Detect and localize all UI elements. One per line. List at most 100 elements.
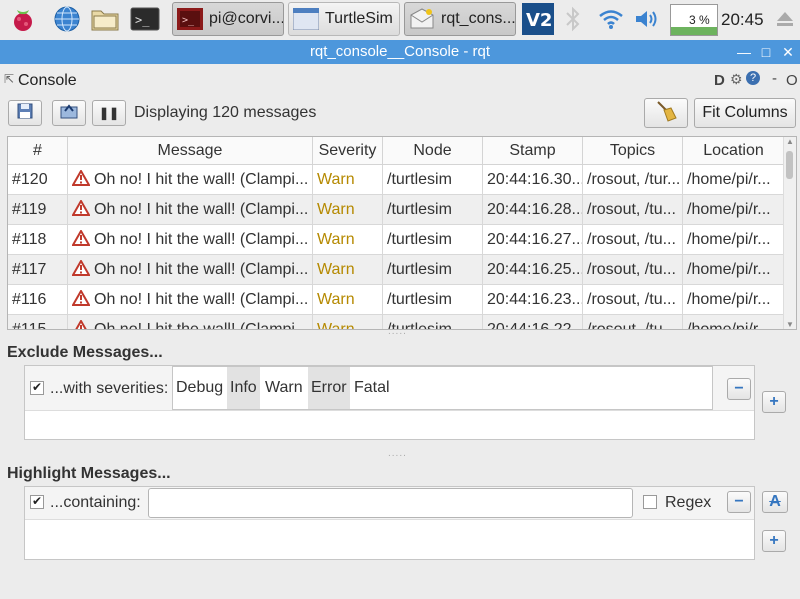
table-row[interactable]: #120 Oh no! I hit the wall! (Clampi... War…: [8, 165, 785, 195]
highlight-style-button[interactable]: A: [762, 491, 788, 513]
cell-node-text: /turtlesim: [387, 201, 452, 218]
cell-stamp: 20:44:16.28...: [483, 195, 583, 225]
table-row[interactable]: #117 Oh no! I hit the wall! (Clampi... War…: [8, 255, 785, 285]
plus-icon: +: [769, 393, 779, 410]
cpu-label: 3 %: [689, 13, 710, 27]
warning-icon: [71, 198, 94, 218]
eject-icon[interactable]: [770, 4, 800, 34]
cell-stamp: 20:44:16.22...: [483, 315, 583, 330]
cell-location-text: /home/pi/r...: [687, 291, 771, 308]
cell-node: /turtlesim: [383, 225, 483, 255]
cell-id-text: #119: [12, 201, 47, 218]
scrollbar-thumb[interactable]: [786, 151, 793, 179]
scroll-up-icon[interactable]: ▲: [786, 137, 794, 146]
highlight-text-input[interactable]: [148, 488, 633, 518]
add-highlight-filter-button[interactable]: +: [762, 530, 786, 552]
cpu-monitor: 3 %: [670, 4, 718, 36]
severity-option-fatal[interactable]: Fatal: [351, 367, 393, 409]
help-icon[interactable]: ?: [746, 71, 760, 85]
table-row[interactable]: #119 Oh no! I hit the wall! (Clampi... War…: [8, 195, 785, 225]
file-manager-icon[interactable]: [90, 4, 120, 34]
cell-location-text: /home/pi/r...: [687, 321, 771, 330]
svg-text:V2: V2: [526, 10, 552, 31]
web-browser-icon[interactable]: [52, 4, 82, 34]
column-header-message[interactable]: Message: [68, 137, 313, 165]
cell-severity: Warn: [313, 165, 383, 195]
severity-option-info[interactable]: Info: [227, 367, 260, 409]
text-style-icon: A: [769, 493, 781, 510]
cell-topics-text: /rosout, /tu...: [587, 321, 676, 330]
save-icon: [17, 103, 33, 124]
task-label: rqt_cons...: [441, 10, 516, 27]
settings-gear-icon[interactable]: ⚙: [730, 71, 743, 88]
dock-icon[interactable]: D: [714, 72, 725, 89]
minimize-icon[interactable]: —: [734, 42, 754, 62]
cell-topics-text: /rosout, /tu...: [587, 201, 676, 218]
table-row[interactable]: #118 Oh no! I hit the wall! (Clampi... War…: [8, 225, 785, 255]
add-exclude-filter-button[interactable]: +: [762, 391, 786, 413]
column-header-stamp[interactable]: Stamp: [483, 137, 583, 165]
remove-exclude-filter-button[interactable]: −: [727, 378, 751, 400]
cell-message-text: Oh no! I hit the wall! (Clampi...: [94, 291, 309, 308]
table-scrollbar[interactable]: ▲ ▼: [783, 137, 796, 329]
pause-button[interactable]: ❚❚: [92, 100, 126, 126]
column-header-topics[interactable]: Topics: [583, 137, 683, 165]
remove-highlight-filter-button[interactable]: −: [727, 491, 751, 513]
plugin-minimize-icon[interactable]: -: [772, 70, 777, 87]
exclude-section-title: Exclude Messages...: [7, 344, 163, 361]
severity-option-error[interactable]: Error: [308, 367, 350, 409]
load-icon: [60, 103, 78, 124]
cell-id: #120: [8, 165, 68, 195]
bluetooth-icon[interactable]: [558, 4, 588, 34]
plugin-close-icon[interactable]: O: [786, 72, 798, 89]
cell-topics: /rosout, /tu...: [583, 315, 683, 330]
minus-icon: −: [734, 380, 744, 397]
wifi-icon[interactable]: [596, 4, 626, 34]
volume-icon[interactable]: [632, 4, 662, 34]
clear-button[interactable]: [644, 98, 688, 128]
cell-stamp: 20:44:16.25...: [483, 255, 583, 285]
column-header-id[interactable]: #: [8, 137, 68, 165]
exclude-enabled-checkbox[interactable]: ✔: [30, 381, 44, 395]
cell-id-text: #115: [12, 321, 47, 330]
cell-stamp-text: 20:44:16.22...: [487, 321, 583, 330]
regex-checkbox[interactable]: [643, 495, 657, 509]
messages-table: # Message Severity Node Stamp Topics Loc…: [7, 136, 797, 330]
save-button[interactable]: [8, 100, 42, 126]
cell-message-text: Oh no! I hit the wall! (Clampi...: [94, 261, 309, 278]
cell-id: #117: [8, 255, 68, 285]
close-icon[interactable]: ✕: [778, 42, 798, 62]
splitter-handle-2[interactable]: .....: [388, 448, 407, 459]
cell-node-text: /turtlesim: [387, 171, 452, 188]
cell-message: Oh no! I hit the wall! (Clampi...: [68, 315, 313, 329]
pause-icon: ❚❚: [98, 106, 120, 120]
table-row[interactable]: #116 Oh no! I hit the wall! (Clampi... War…: [8, 285, 785, 315]
severity-option-debug[interactable]: Debug: [173, 367, 226, 409]
cell-severity: Warn: [313, 285, 383, 315]
load-button[interactable]: [52, 100, 86, 126]
severity-option-warn[interactable]: Warn: [262, 367, 306, 409]
warning-icon: [71, 168, 94, 188]
cell-location: /home/pi/r...: [683, 165, 785, 195]
cell-id-text: #117: [12, 261, 47, 278]
maximize-icon[interactable]: □: [756, 42, 776, 62]
taskbar-task-terminal[interactable]: >_ pi@corvi...: [172, 2, 284, 36]
terminal-icon[interactable]: >_: [130, 4, 160, 34]
task-label: pi@corvi...: [209, 10, 284, 27]
column-header-node[interactable]: Node: [383, 137, 483, 165]
scroll-down-icon[interactable]: ▼: [786, 320, 794, 329]
taskbar-task-rqt-console[interactable]: rqt_cons...: [404, 2, 516, 36]
column-header-severity[interactable]: Severity: [313, 137, 383, 165]
exclude-filter-label: ...with severities:: [50, 380, 169, 397]
raspberry-menu-icon[interactable]: [8, 4, 38, 34]
taskbar: >_ >_ pi@corvi... TurtleSim rqt_cons... …: [0, 0, 800, 40]
cell-location: /home/pi/r...: [683, 195, 785, 225]
fit-columns-button[interactable]: Fit Columns: [694, 98, 796, 128]
highlight-enabled-checkbox[interactable]: ✔: [30, 495, 44, 509]
splitter-handle[interactable]: .....: [388, 326, 407, 337]
column-header-location[interactable]: Location: [683, 137, 785, 165]
regex-label: Regex: [665, 494, 712, 511]
rqt-console-icon: [409, 6, 435, 32]
taskbar-task-turtlesim[interactable]: TurtleSim: [288, 2, 400, 36]
vnc-icon[interactable]: V2: [522, 3, 554, 35]
